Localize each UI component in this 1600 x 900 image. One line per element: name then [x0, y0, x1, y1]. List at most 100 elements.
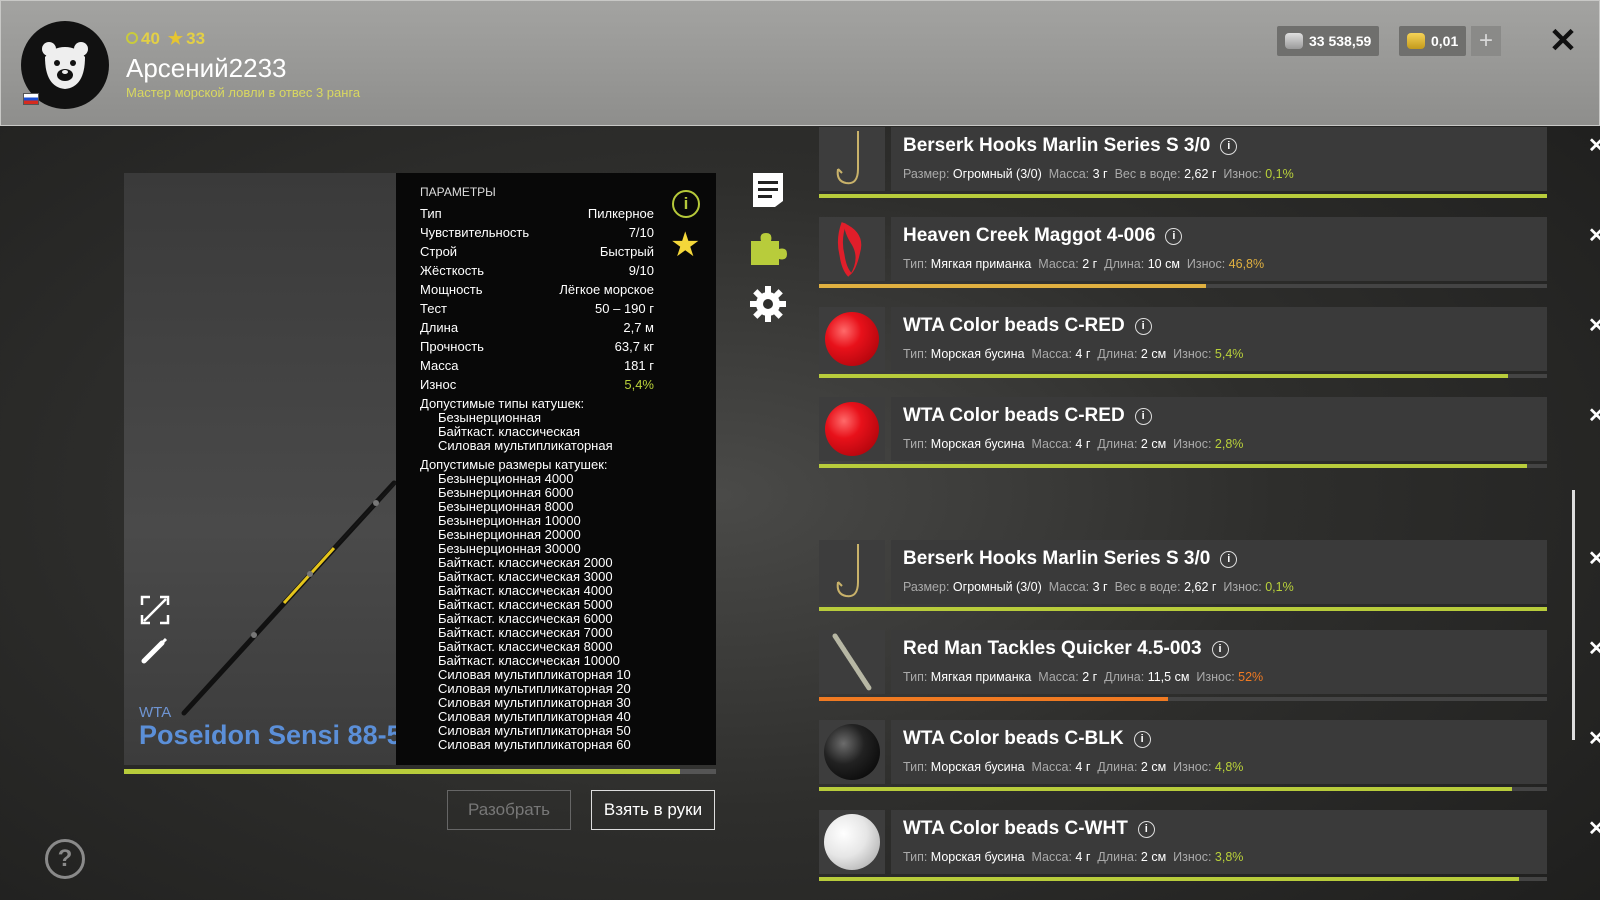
username: Арсений2233	[126, 53, 287, 83]
item-panel[interactable]: Berserk Hooks Marlin Series S 3/0 i Размер…	[891, 127, 1600, 191]
wear-value: 3,8%	[1214, 850, 1244, 864]
info-icon[interactable]: i	[1137, 820, 1155, 838]
item-thumbnail[interactable]	[819, 810, 885, 874]
info-icon[interactable]: i	[1133, 730, 1151, 748]
item-thumbnail[interactable]	[819, 540, 885, 604]
remove-item-icon[interactable]: ✕	[1588, 223, 1600, 248]
item-wear-bar	[819, 787, 1547, 791]
flag-icon	[23, 93, 39, 105]
item-props: Тип: Морская бусина Масса: 4 г Длина: 2 …	[903, 437, 1243, 451]
item-panel[interactable]: WTA Color beads C-RED i Тип: Морская бусин…	[891, 397, 1600, 461]
tackle-item[interactable]: WTA Color beads C-BLK i Тип: Морская бусин…	[819, 720, 1600, 792]
item-panel[interactable]: WTA Color beads C-WHT i Тип: Морская бусин…	[891, 810, 1600, 874]
info-icon[interactable]: i	[1220, 550, 1238, 568]
wear-value: 52%	[1238, 670, 1264, 684]
reel-size-item: Байткаст. классическая 7000	[438, 625, 613, 640]
item-name-row: Red Man Tackles Quicker 4.5-003 i	[903, 638, 1229, 660]
remove-item-icon[interactable]: ✕	[1588, 403, 1600, 428]
item-thumbnail[interactable]	[819, 217, 885, 281]
prop-value: 4 г	[1075, 760, 1091, 774]
info-icon[interactable]: i	[1134, 317, 1152, 335]
reel-type-item: Силовая мультипликаторная	[438, 438, 613, 453]
reel-sizes-title: Допустимые размеры катушек:	[420, 457, 608, 472]
item-panel[interactable]: Red Man Tackles Quicker 4.5-003 i Тип: Мяг…	[891, 630, 1600, 694]
remove-item-icon[interactable]: ✕	[1588, 816, 1600, 841]
tackle-item[interactable]: Heaven Creek Maggot 4-006 i Тип: Мягкая пр…	[819, 217, 1600, 289]
tackle-item[interactable]: WTA Color beads C-RED i Тип: Морская бусин…	[819, 397, 1600, 469]
item-panel[interactable]: WTA Color beads C-RED i Тип: Морская бусин…	[891, 307, 1600, 371]
list-scrollbar[interactable]	[1572, 490, 1575, 740]
param-value: 181 г	[623, 358, 654, 373]
maggot-icon	[837, 222, 862, 277]
item-panel[interactable]: WTA Color beads C-BLK i Тип: Морская бусин…	[891, 720, 1600, 784]
param-row: Длина 2,7 м	[420, 318, 654, 337]
gear-icon[interactable]	[748, 284, 788, 324]
item-name-row: Berserk Hooks Marlin Series S 3/0 i	[903, 548, 1238, 570]
item-wear-bar	[819, 877, 1547, 881]
prop-label: Тип:	[903, 760, 928, 774]
prop-label: Длина:	[1104, 670, 1145, 684]
remove-item-icon[interactable]: ✕	[1588, 313, 1600, 338]
wear-label: Износ:	[1173, 437, 1212, 451]
item-thumbnail[interactable]	[819, 307, 885, 371]
add-currency-button[interactable]: +	[1471, 26, 1501, 56]
take-in-hands-button[interactable]: Взять в руки	[591, 790, 715, 830]
rod-preview[interactable]	[124, 173, 396, 765]
item-name-row: Heaven Creek Maggot 4-006 i	[903, 225, 1183, 247]
reel-type-item: Безынерционная	[438, 410, 541, 425]
reel-size-item: Безынерционная 20000	[438, 527, 581, 542]
item-props: Размер: Огромный (3/0) Масса: 3 г Вес в …	[903, 580, 1294, 594]
info-icon[interactable]: i	[1165, 227, 1183, 245]
tackle-item[interactable]: Berserk Hooks Marlin Series S 3/0 i Размер…	[819, 127, 1600, 199]
wear-label: Износ:	[1196, 670, 1235, 684]
info-icon[interactable]: i	[1220, 137, 1238, 155]
reel-size-item: Безынерционная 4000	[438, 471, 574, 486]
tackle-item[interactable]: WTA Color beads C-RED i Тип: Морская бусин…	[819, 307, 1600, 379]
reel-size-item: Безынерционная 6000	[438, 485, 574, 500]
remove-item-icon[interactable]: ✕	[1588, 133, 1600, 158]
notes-icon[interactable]	[748, 170, 788, 210]
wear-value: 5,4%	[1214, 347, 1244, 361]
info-icon[interactable]: i	[1134, 407, 1152, 425]
param-row: Масса 181 г	[420, 356, 654, 375]
paint-icon[interactable]	[138, 633, 172, 667]
info-icon[interactable]: i	[1211, 640, 1229, 658]
disassemble-button[interactable]: Разобрать	[447, 790, 571, 830]
item-panel[interactable]: Berserk Hooks Marlin Series S 3/0 i Размер…	[891, 540, 1600, 604]
item-props: Тип: Мягкая приманка Масса: 2 г Длина: 1…	[903, 670, 1263, 684]
reel-size-item: Байткаст. классическая 5000	[438, 597, 613, 612]
prop-value: Морская бусина	[930, 850, 1025, 864]
item-thumbnail[interactable]	[819, 397, 885, 461]
prop-label: Длина:	[1097, 437, 1138, 451]
remove-item-icon[interactable]: ✕	[1588, 636, 1600, 661]
remove-item-icon[interactable]: ✕	[1588, 546, 1600, 571]
remove-item-icon[interactable]: ✕	[1588, 726, 1600, 751]
param-value: 50 – 190 г	[595, 301, 654, 316]
param-row: Тип Пилкерное	[420, 204, 654, 223]
param-value: Пилкерное	[587, 206, 654, 221]
puzzle-icon[interactable]	[748, 228, 788, 268]
bear-icon	[42, 42, 88, 89]
tackle-item[interactable]: Berserk Hooks Marlin Series S 3/0 i Размер…	[819, 540, 1600, 612]
param-key: Износ	[420, 377, 457, 392]
item-name: Red Man Tackles Quicker 4.5-003	[903, 638, 1202, 659]
prop-value: 2 см	[1140, 437, 1167, 451]
prop-label: Масса:	[1038, 257, 1079, 271]
help-icon[interactable]: ?	[45, 839, 85, 879]
item-thumbnail[interactable]	[819, 630, 885, 694]
tackle-item[interactable]: WTA Color beads C-WHT i Тип: Морская бусин…	[819, 810, 1600, 882]
silver-coin-icon	[1285, 33, 1303, 49]
reel-size-item: Байткаст. классическая 8000	[438, 639, 613, 654]
prop-value: Мягкая приманка	[930, 670, 1032, 684]
item-wear-bar	[819, 284, 1547, 288]
reel-size-item: Силовая мультипликаторная 20	[438, 681, 631, 696]
item-thumbnail[interactable]	[819, 720, 885, 784]
info-icon[interactable]: i	[672, 190, 700, 218]
close-button[interactable]: ✕	[1543, 21, 1583, 61]
item-thumbnail[interactable]	[819, 127, 885, 191]
item-panel[interactable]: Heaven Creek Maggot 4-006 i Тип: Мягкая пр…	[891, 217, 1600, 281]
expand-icon[interactable]	[138, 593, 172, 627]
level-badge: 40	[126, 29, 160, 49]
tackle-item[interactable]: Red Man Tackles Quicker 4.5-003 i Тип: Мяг…	[819, 630, 1600, 702]
favorite-star-icon[interactable]: ★	[670, 228, 700, 262]
